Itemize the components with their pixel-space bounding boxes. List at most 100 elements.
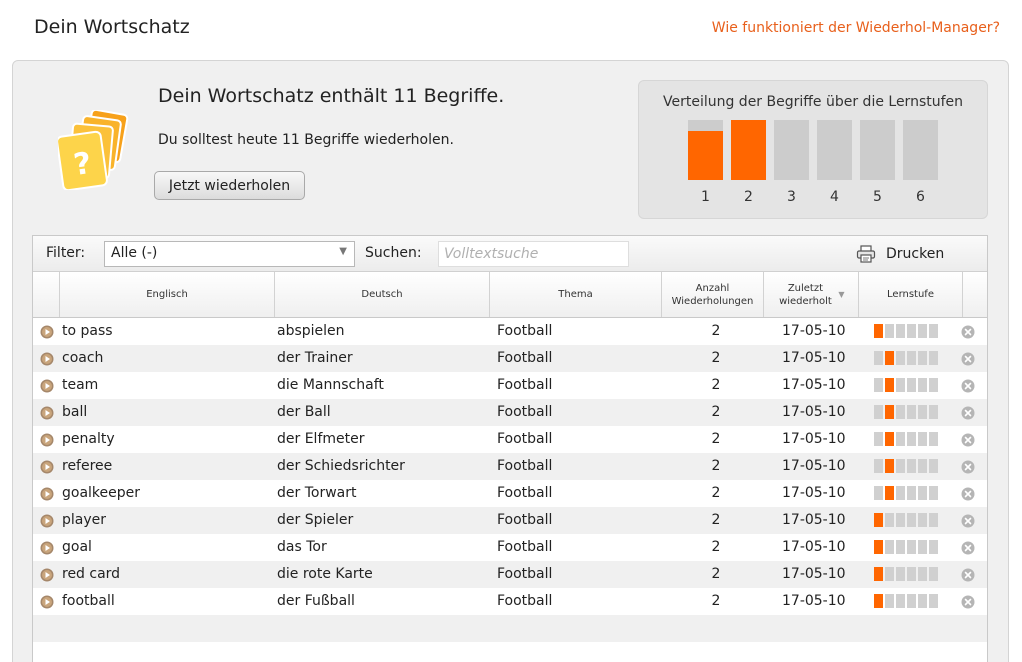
table-row[interactable]: ball der Ball Football 2 17-05-10 <box>33 399 987 426</box>
level-segment <box>907 378 916 392</box>
level-segment <box>918 378 927 392</box>
header-topic[interactable]: Thema <box>490 272 662 317</box>
cell-english: goalkeeper <box>62 485 141 501</box>
play-audio-icon[interactable] <box>40 460 54 474</box>
cell-topic: Football <box>497 350 553 366</box>
level-segment <box>896 324 905 338</box>
level-bar-4 <box>817 120 852 180</box>
level-segment <box>874 351 883 365</box>
level-segment <box>918 432 927 446</box>
level-segment <box>896 432 905 446</box>
chevron-down-icon: ▼ <box>339 246 347 257</box>
delete-icon[interactable] <box>961 406 975 420</box>
table-row[interactable]: team die Mannschaft Football 2 17-05-10 <box>33 372 987 399</box>
cell-review-count: 2 <box>711 350 721 366</box>
level-segment <box>885 540 894 554</box>
table-row[interactable]: penalty der Elfmeter Football 2 17-05-10 <box>33 426 987 453</box>
table-row[interactable]: referee der Schiedsrichter Football 2 17-05-… <box>33 453 987 480</box>
cell-review-count: 2 <box>711 458 721 474</box>
delete-icon[interactable] <box>961 514 975 528</box>
delete-icon[interactable] <box>961 568 975 582</box>
review-now-button[interactable]: Jetzt wiederholen <box>154 171 305 200</box>
level-segment <box>918 567 927 581</box>
play-audio-icon[interactable] <box>40 352 54 366</box>
filter-select[interactable]: Alle (-) ▼ <box>104 241 355 267</box>
cell-review-count: 2 <box>711 377 721 393</box>
play-audio-icon[interactable] <box>40 325 54 339</box>
delete-icon[interactable] <box>961 379 975 393</box>
table-row[interactable]: football der Fußball Football 2 17-05-10 <box>33 588 987 615</box>
play-audio-icon[interactable] <box>40 595 54 609</box>
cell-review-count: 2 <box>711 512 721 528</box>
delete-icon[interactable] <box>961 541 975 555</box>
cell-topic: Football <box>497 404 553 420</box>
cell-english: goal <box>62 539 92 555</box>
level-segment <box>907 432 916 446</box>
play-audio-icon[interactable] <box>40 487 54 501</box>
level-segment <box>896 513 905 527</box>
play-audio-icon[interactable] <box>40 514 54 528</box>
level-segment <box>907 513 916 527</box>
level-segment <box>929 378 938 392</box>
delete-icon[interactable] <box>961 460 975 474</box>
cell-german: der Ball <box>277 404 331 420</box>
cell-german: die Mannschaft <box>277 377 384 393</box>
level-segment <box>885 486 894 500</box>
header-level[interactable]: Lernstufe <box>859 272 963 317</box>
level-segment <box>918 594 927 608</box>
cell-review-count: 2 <box>711 566 721 582</box>
level-segment <box>929 324 938 338</box>
play-audio-icon[interactable] <box>40 541 54 555</box>
play-audio-icon[interactable] <box>40 568 54 582</box>
header-review-count[interactable]: Anzahl Wiederholungen <box>662 272 764 317</box>
level-bar-label: 1 <box>701 189 710 205</box>
filter-selected-value: Alle (-) <box>111 245 158 261</box>
page-title: Dein Wortschatz <box>34 16 190 38</box>
delete-icon[interactable] <box>961 487 975 501</box>
play-audio-icon[interactable] <box>40 379 54 393</box>
cell-last-reviewed: 17-05-10 <box>782 593 846 609</box>
cell-last-reviewed: 17-05-10 <box>782 512 846 528</box>
level-segment <box>907 405 916 419</box>
table-row[interactable]: goal das Tor Football 2 17-05-10 <box>33 534 987 561</box>
play-audio-icon[interactable] <box>40 433 54 447</box>
table-row[interactable]: goalkeeper der Torwart Football 2 17-05-10 <box>33 480 987 507</box>
table-row[interactable]: coach der Trainer Football 2 17-05-10 <box>33 345 987 372</box>
table-row[interactable]: player der Spieler Football 2 17-05-10 <box>33 507 987 534</box>
level-segment <box>907 324 916 338</box>
delete-icon[interactable] <box>961 352 975 366</box>
cell-english: coach <box>62 350 104 366</box>
level-segment <box>907 594 916 608</box>
table-row[interactable]: red card die rote Karte Football 2 17-05-10 <box>33 561 987 588</box>
cell-german: der Spieler <box>277 512 354 528</box>
search-input[interactable] <box>438 241 629 267</box>
level-segment <box>918 513 927 527</box>
delete-icon[interactable] <box>961 325 975 339</box>
level-bar-label: 3 <box>787 189 796 205</box>
level-indicator <box>874 324 938 338</box>
level-segment <box>929 351 938 365</box>
sort-down-icon: ▼ <box>838 290 845 299</box>
cell-english: ball <box>62 404 88 420</box>
play-audio-icon[interactable] <box>40 406 54 420</box>
cell-german: der Fußball <box>277 593 355 609</box>
cell-topic: Football <box>497 539 553 555</box>
level-segment <box>929 486 938 500</box>
level-indicator <box>874 459 938 473</box>
print-button[interactable]: Drucken <box>856 242 944 266</box>
level-bar-6 <box>903 120 938 180</box>
cell-review-count: 2 <box>711 485 721 501</box>
filter-label: Filter: <box>46 245 86 261</box>
level-segment <box>874 378 883 392</box>
delete-icon[interactable] <box>961 433 975 447</box>
header-german[interactable]: Deutsch <box>275 272 490 317</box>
level-segment <box>885 432 894 446</box>
header-english[interactable]: Englisch <box>60 272 275 317</box>
header-last-reviewed[interactable]: Zuletzt wiederholt ▼ <box>764 272 859 317</box>
cell-review-count: 2 <box>711 539 721 555</box>
level-bar-label: 4 <box>830 189 839 205</box>
help-link[interactable]: Wie funktioniert der Wiederhol-Manager? <box>712 20 1000 36</box>
table-row[interactable]: to pass abspielen Football 2 17-05-10 <box>33 318 987 345</box>
delete-icon[interactable] <box>961 595 975 609</box>
cell-english: referee <box>62 458 113 474</box>
